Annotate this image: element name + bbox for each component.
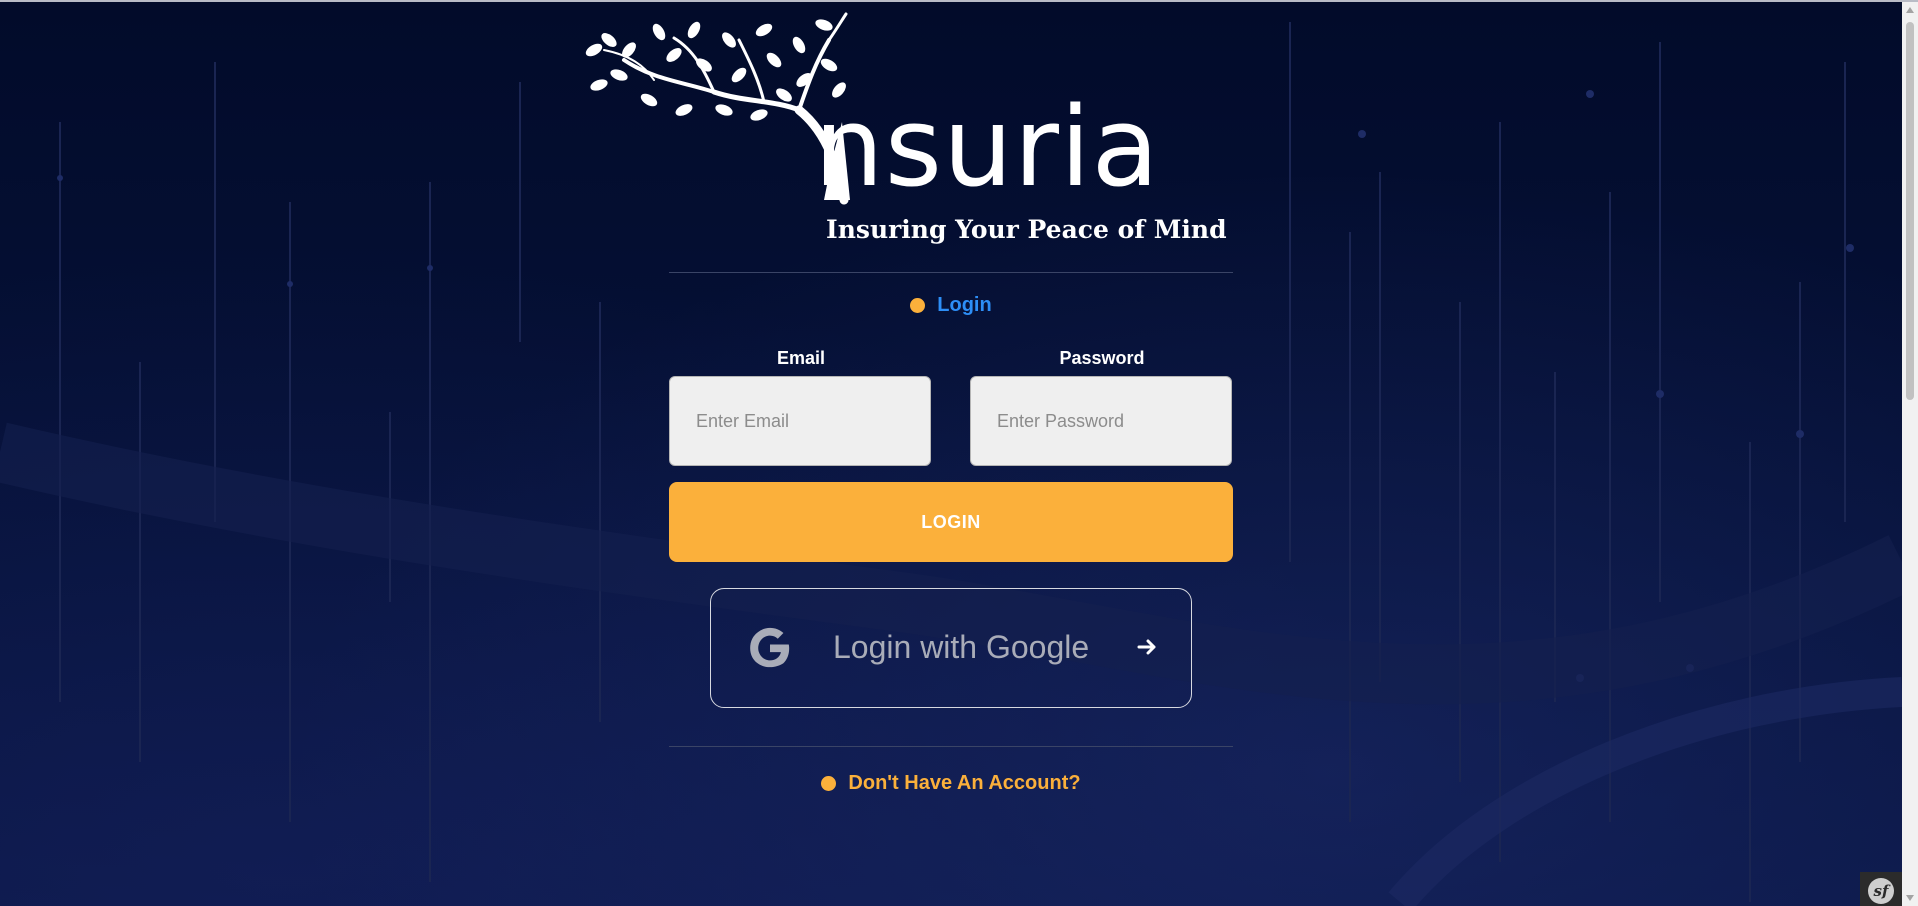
login-button[interactable]: LOGIN	[669, 482, 1233, 562]
bullet-dot-icon	[910, 298, 926, 314]
scroll-up-arrow-icon[interactable]	[1906, 7, 1914, 13]
email-label: Email	[776, 348, 826, 368]
scroll-down-arrow-icon[interactable]	[1906, 895, 1914, 901]
google-g-icon	[750, 627, 790, 668]
signup-link[interactable]: Don't Have An Account?	[0, 772, 1902, 795]
login-heading-label: Login	[937, 294, 992, 317]
login-with-google-button[interactable]: Login with Google	[710, 588, 1192, 708]
divider	[669, 272, 1233, 273]
bullet-dot-icon	[821, 776, 837, 792]
scrollbar-thumb[interactable]	[1906, 22, 1914, 400]
debug-toolbar-toggle[interactable]: sf	[1860, 872, 1902, 906]
arrow-right-icon	[1137, 639, 1156, 655]
signup-link-label: Don't Have An Account?	[848, 772, 1081, 795]
vertical-scrollbar[interactable]	[1902, 2, 1918, 906]
password-field[interactable]	[970, 376, 1232, 466]
insuria-logo: nsuria Insuring Your Peace of Mind	[574, 10, 1227, 250]
email-field[interactable]	[669, 376, 931, 466]
brand-name: nsuria	[814, 83, 1160, 211]
google-button-label: Login with Google	[833, 629, 1090, 665]
brand-tagline: Insuring Your Peace of Mind	[826, 215, 1227, 244]
login-heading: Login	[0, 294, 1902, 317]
symfony-icon: sf	[1868, 878, 1894, 904]
divider	[669, 746, 1233, 747]
password-label: Password	[1059, 348, 1145, 368]
